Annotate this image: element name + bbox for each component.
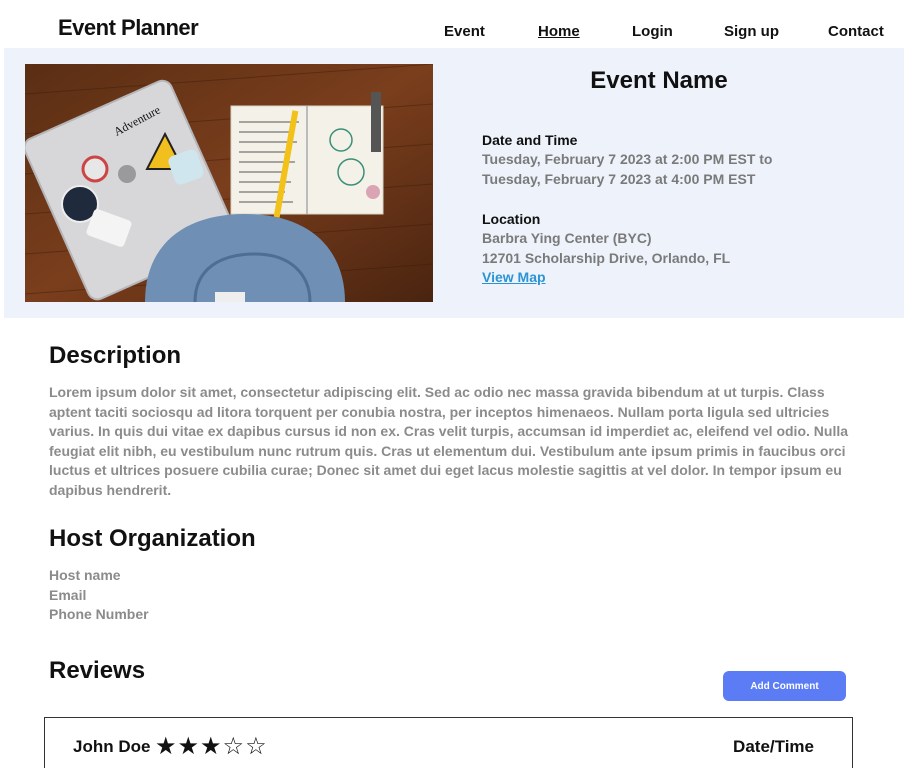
date-time-start: Tuesday, February 7 2023 at 2:00 PM EST … (482, 151, 773, 167)
view-map-link[interactable]: View Map (482, 269, 546, 285)
event-hero: Adventure Event Name Date and Time Tuesd… (4, 48, 904, 318)
nav-item-sign-up[interactable]: Sign up (724, 23, 779, 40)
description-heading: Description (49, 342, 182, 369)
date-time-label: Date and Time (482, 132, 578, 148)
host-name: Host name (49, 567, 121, 583)
nav-item-home[interactable]: Home (538, 23, 580, 40)
top-nav-bar: Event Planner Event Home Login Sign up C… (4, 0, 904, 48)
location-label: Location (482, 211, 541, 227)
star-rating-icon: ★★★☆☆ (155, 733, 268, 760)
nav-item-contact[interactable]: Contact (828, 23, 884, 40)
description-text: Lorem ipsum dolor sit amet, consectetur … (49, 384, 849, 498)
host-email: Email (49, 586, 87, 603)
nav-item-login[interactable]: Login (632, 23, 673, 40)
add-comment-button[interactable]: Add Comment (723, 671, 846, 701)
host-phone: Phone Number (49, 606, 149, 622)
photo-illustration: Adventure (25, 64, 433, 302)
event-photo: Adventure (25, 64, 433, 302)
location-venue: Barbra Ying Center (BYC) (482, 230, 652, 246)
brand-logo[interactable]: Event Planner (58, 15, 199, 41)
review-card: John Doe ★★★☆☆ Date/Time (44, 717, 853, 768)
location-address: 12701 Scholarship Drive, Orlando, FL (482, 249, 731, 266)
reviews-heading: Reviews (49, 657, 146, 684)
event-title: Event Name (590, 67, 728, 94)
host-heading: Host Organization (49, 525, 256, 552)
date-time-end: Tuesday, February 7 2023 at 4:00 PM EST (482, 170, 756, 187)
reviewer-name: John Doe (73, 737, 151, 756)
review-date-time: Date/Time (733, 737, 814, 756)
nav-item-event[interactable]: Event (444, 23, 485, 40)
